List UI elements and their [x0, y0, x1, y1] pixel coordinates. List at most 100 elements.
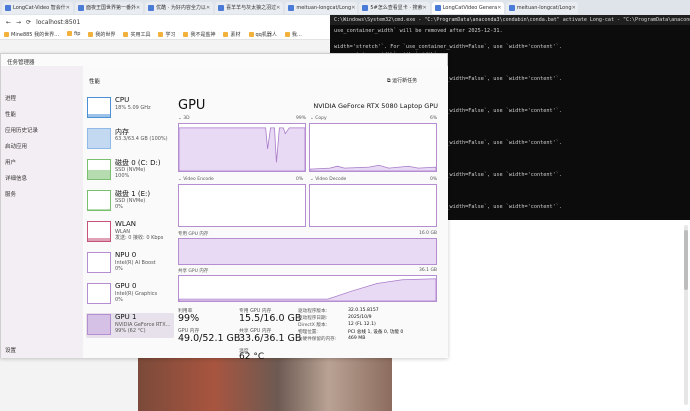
task-manager-nav: 进程 性能 应用历史记录 启动应用 用户 详细信息 服务 设置	[1, 66, 83, 358]
resource-mini-fill	[88, 129, 110, 148]
browser-tab[interactable]: 面夜王国世界第一番外 ✕	[74, 1, 144, 14]
gpu-title: GPU	[178, 98, 206, 113]
engine-copy-label[interactable]: ⌄ Copy	[310, 116, 327, 121]
close-tab-icon[interactable]: ✕	[351, 5, 355, 11]
browser-tab[interactable]: 5#怎么查看显卡 · 搜索 ✕	[359, 1, 430, 14]
performance-pane: 性能 ⧉ 运行新任务 CPU 18% 5.09 GHz 内存 63.3/63.4 GB…	[83, 66, 448, 362]
browser-tab-label: 面夜王国世界第一番外	[85, 5, 136, 11]
resource-mini-graph	[87, 128, 111, 149]
nav-app-history[interactable]: 应用历史记录	[5, 126, 38, 134]
folder-icon	[123, 31, 129, 37]
resource-mini-graph	[87, 97, 111, 118]
close-tab-icon[interactable]: ✕	[66, 5, 70, 11]
browser-tab[interactable]: meituan-longcat/Long ✕	[285, 1, 358, 14]
resource-mini-fill	[88, 315, 110, 334]
bookmark-label: 实用工具	[130, 31, 151, 38]
browser-tab[interactable]: meituan-longcat/Long ✕	[505, 1, 578, 14]
resource-item[interactable]: 内存 63.3/63.4 GB (100%)	[86, 127, 174, 152]
shared-mem-label: 共享 GPU 内存	[178, 269, 209, 274]
graph-video-decode	[309, 184, 437, 227]
nav-users[interactable]: 用户	[5, 158, 16, 166]
bookmark-label: Mine885 我的世界…	[11, 31, 60, 38]
resource-subtext: SSD (NVMe) 0%	[115, 198, 146, 210]
url-text[interactable]: localhost:8501	[36, 19, 80, 26]
gpu-model: NVIDIA GeForce RTX 5080 Laptop GPU	[313, 102, 438, 110]
resource-mini-fill	[88, 209, 110, 210]
close-tab-icon[interactable]: ✕	[276, 5, 280, 11]
performance-header: 性能	[89, 79, 101, 85]
tab-favicon-icon	[434, 4, 441, 11]
dedicated-mem-label: 专用 GPU 内存	[178, 232, 209, 237]
bookmark-item[interactable]: 我的世界	[88, 31, 115, 38]
close-tab-icon[interactable]: ✕	[423, 5, 427, 11]
reload-icon[interactable]: ⟳	[26, 19, 31, 26]
nav-processes[interactable]: 进程	[5, 94, 16, 102]
nav-settings[interactable]: 设置	[5, 346, 16, 354]
browser-tab[interactable]: LongCatVideo Genera ✕	[431, 1, 504, 14]
bookmark-label: fip	[74, 31, 81, 37]
terminal-line: width='stretch'`. For `use_container_wid…	[334, 44, 562, 50]
nav-performance[interactable]: 性能	[5, 110, 16, 118]
resource-subtext: 63.3/63.4 GB (100%)	[115, 136, 168, 142]
engine-3d-pct: 99%	[296, 116, 307, 121]
resource-name: GPU 1	[115, 313, 137, 321]
resource-name: CPU	[115, 96, 130, 104]
bookmark-label: 我…	[291, 31, 302, 38]
bookmark-item[interactable]: fip	[67, 31, 80, 37]
engine-3d-label[interactable]: ⌄ 3D	[178, 116, 190, 121]
browser-tab[interactable]: 喜羊羊与灰太狼之羽过 ✕	[215, 1, 284, 14]
bookmark-item[interactable]: qq机器人	[248, 31, 277, 38]
temp-value: 62 °C	[239, 352, 265, 362]
browser-tab-label: 5#怎么查看显卡 · 搜索	[370, 5, 423, 11]
shared-mem-stat-value: 33.6/36.1 GB	[239, 333, 302, 344]
resource-subtext: Intel(R) Graphics 0%	[115, 291, 158, 303]
run-new-task-button[interactable]: ⧉ 运行新任务	[387, 77, 417, 84]
graph-3d	[178, 123, 306, 172]
resource-item[interactable]: 磁盘 0 (C: D:) SSD (NVMe) 100%	[86, 158, 174, 183]
bookmark-item[interactable]: 我不是盐神	[183, 31, 215, 38]
tab-favicon-icon	[362, 4, 369, 11]
bookmark-item[interactable]: 实用工具	[123, 31, 150, 38]
folder-icon	[4, 31, 9, 37]
browser-tab-label: meituan-longcat/Long	[296, 4, 352, 11]
close-tab-icon[interactable]: ✕	[497, 5, 501, 11]
back-icon[interactable]: ←	[6, 19, 11, 26]
bookmark-label: 素材	[230, 31, 241, 38]
browser-tab[interactable]: LongCat-Video 智会什 ✕	[2, 1, 73, 14]
folder-icon	[248, 31, 254, 37]
nav-details[interactable]: 详细信息	[5, 174, 27, 182]
close-tab-icon[interactable]: ✕	[572, 5, 576, 11]
bookmark-label: 我的世界	[95, 31, 116, 38]
terminal-title: C:\Windows\System32\cmd.exe - "C:\Progra…	[330, 15, 690, 25]
bookmark-item[interactable]: Mine885 我的世界…	[4, 31, 59, 38]
resource-item[interactable]: WLAN WLAN 发送: 0 接收: 0 Kbps	[86, 220, 174, 245]
engine-decode-label[interactable]: ⌄ Video Decode	[310, 177, 346, 182]
nav-services[interactable]: 服务	[5, 190, 16, 198]
gpu-info-key: 驱动程序版本:	[298, 309, 328, 314]
forward-icon[interactable]: →	[16, 19, 21, 26]
resource-item[interactable]: 磁盘 1 (E:) SSD (NVMe) 0%	[86, 189, 174, 214]
graph-shared-memory	[178, 275, 437, 302]
address-bar[interactable]: ← → ⟳ localhost:8501	[0, 15, 330, 29]
close-tab-icon[interactable]: ✕	[136, 5, 140, 11]
task-manager-title: 任务管理器	[7, 60, 35, 66]
tab-favicon-icon	[77, 4, 84, 11]
resource-item[interactable]: CPU 18% 5.09 GHz	[86, 96, 174, 121]
resource-subtext: SSD (NVMe) 100%	[115, 167, 146, 179]
bookmark-item[interactable]: 我…	[284, 31, 302, 38]
resource-subtext: NVIDIA GeForce RTX... 99% (62 °C)	[115, 322, 171, 334]
gpu-mem-value: 49.0/52.1 GB	[178, 333, 241, 344]
engine-encode-label[interactable]: ⌄ Video Encode	[178, 177, 214, 182]
ded-mem-stat-value: 15.5/16.0 GB	[239, 313, 302, 324]
resource-mini-graph	[87, 159, 111, 180]
bookmark-item[interactable]: 学习	[158, 31, 175, 38]
resource-item[interactable]: NPU 0 Intel(R) AI Boost 0%	[86, 251, 174, 276]
bookmark-item[interactable]: 素材	[223, 31, 241, 38]
nav-startup-apps[interactable]: 启动应用	[5, 142, 27, 150]
browser-tab[interactable]: 优酷 · 为好内容全力以 ✕	[145, 1, 214, 14]
folder-icon	[67, 31, 73, 36]
resource-item[interactable]: GPU 1 NVIDIA GeForce RTX... 99% (62 °C)	[86, 313, 174, 338]
close-tab-icon[interactable]: ✕	[206, 5, 210, 11]
page-scrollbar-thumb[interactable]	[684, 230, 688, 290]
resource-item[interactable]: GPU 0 Intel(R) Graphics 0%	[86, 282, 174, 307]
